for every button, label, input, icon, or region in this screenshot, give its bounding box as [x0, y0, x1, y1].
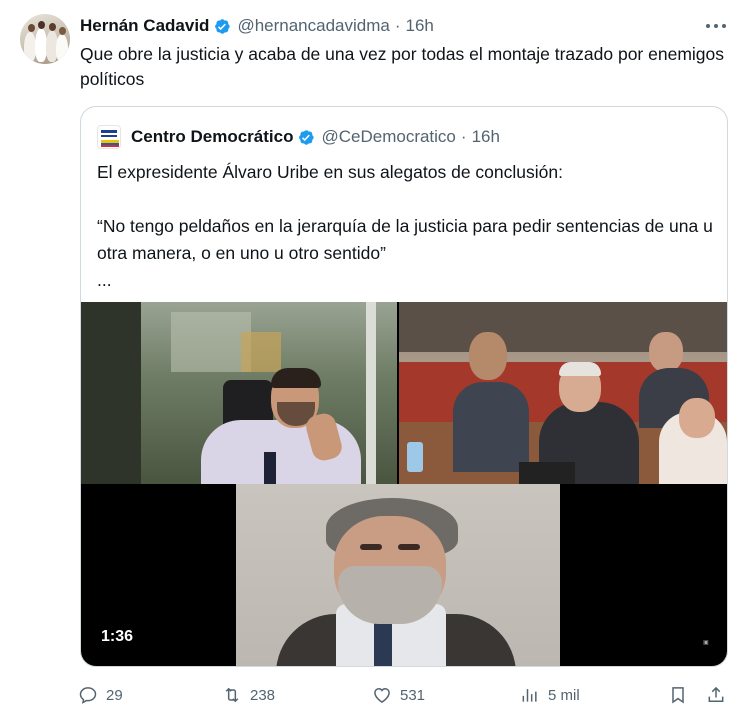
quoted-line-2: “No tengo peldaños en la jerarquía de la…: [97, 216, 713, 263]
separator: ·: [460, 127, 467, 146]
quoted-line-1: El expresidente Álvaro Uribe en sus aleg…: [97, 162, 563, 182]
tweet[interactable]: Hernán Cadavid @hernancadavidma · 16h Qu…: [0, 0, 750, 717]
video-watermark-icon: ▣: [703, 640, 709, 646]
bookmark-icon: [672, 687, 684, 704]
author-name[interactable]: Hernán Cadavid: [80, 16, 209, 36]
views-button[interactable]: 5 mil: [520, 682, 580, 708]
reply-icon: [79, 687, 97, 704]
bookmark-button[interactable]: [668, 682, 688, 708]
like-icon: [374, 687, 390, 703]
views-count: 5 mil: [548, 686, 580, 704]
quoted-author-handle[interactable]: @CeDemocratico: [321, 127, 455, 147]
more-icon[interactable]: [706, 16, 726, 36]
video-panel-left: [81, 302, 397, 484]
share-icon: [708, 686, 724, 702]
video-player[interactable]: 1:36 ▣: [81, 302, 727, 666]
tweet-text: Que obre la justicia y acaba de una vez …: [80, 44, 724, 89]
reply-button[interactable]: 29: [78, 682, 123, 708]
quoted-text: El expresidente Álvaro Uribe en sus aleg…: [97, 159, 717, 294]
quoted-author-name[interactable]: Centro Democrático: [131, 127, 293, 147]
repost-icon: [225, 687, 239, 703]
quoted-avatar: [97, 125, 121, 149]
like-button[interactable]: 531: [372, 682, 425, 708]
quoted-time[interactable]: 16h: [472, 127, 500, 147]
repost-button[interactable]: 238: [222, 682, 275, 708]
quoted-tweet[interactable]: Centro Democrático @CeDemocratico · 16h …: [80, 106, 728, 667]
verified-badge-icon: [212, 17, 231, 36]
author-handle[interactable]: @hernancadavidma: [237, 16, 389, 36]
video-duration: 1:36: [101, 628, 134, 645]
video-panel-bottom: [236, 484, 560, 666]
tweet-time[interactable]: 16h: [406, 16, 434, 36]
reply-count: 29: [106, 686, 123, 704]
quoted-header: Centro Democrático @CeDemocratico · 16h: [97, 125, 500, 149]
quoted-line-3: ...: [97, 270, 112, 290]
tweet-header: Hernán Cadavid @hernancadavidma · 16h: [80, 14, 434, 38]
views-icon: [522, 689, 537, 702]
separator: ·: [394, 16, 401, 35]
verified-badge-icon: [296, 128, 315, 147]
video-panel-right: [399, 302, 727, 484]
repost-count: 238: [250, 686, 276, 704]
author-avatar[interactable]: [20, 14, 70, 64]
like-count: 531: [400, 686, 426, 704]
share-button[interactable]: [706, 682, 726, 708]
action-bar: 29 238 531 5 mil: [78, 682, 730, 708]
